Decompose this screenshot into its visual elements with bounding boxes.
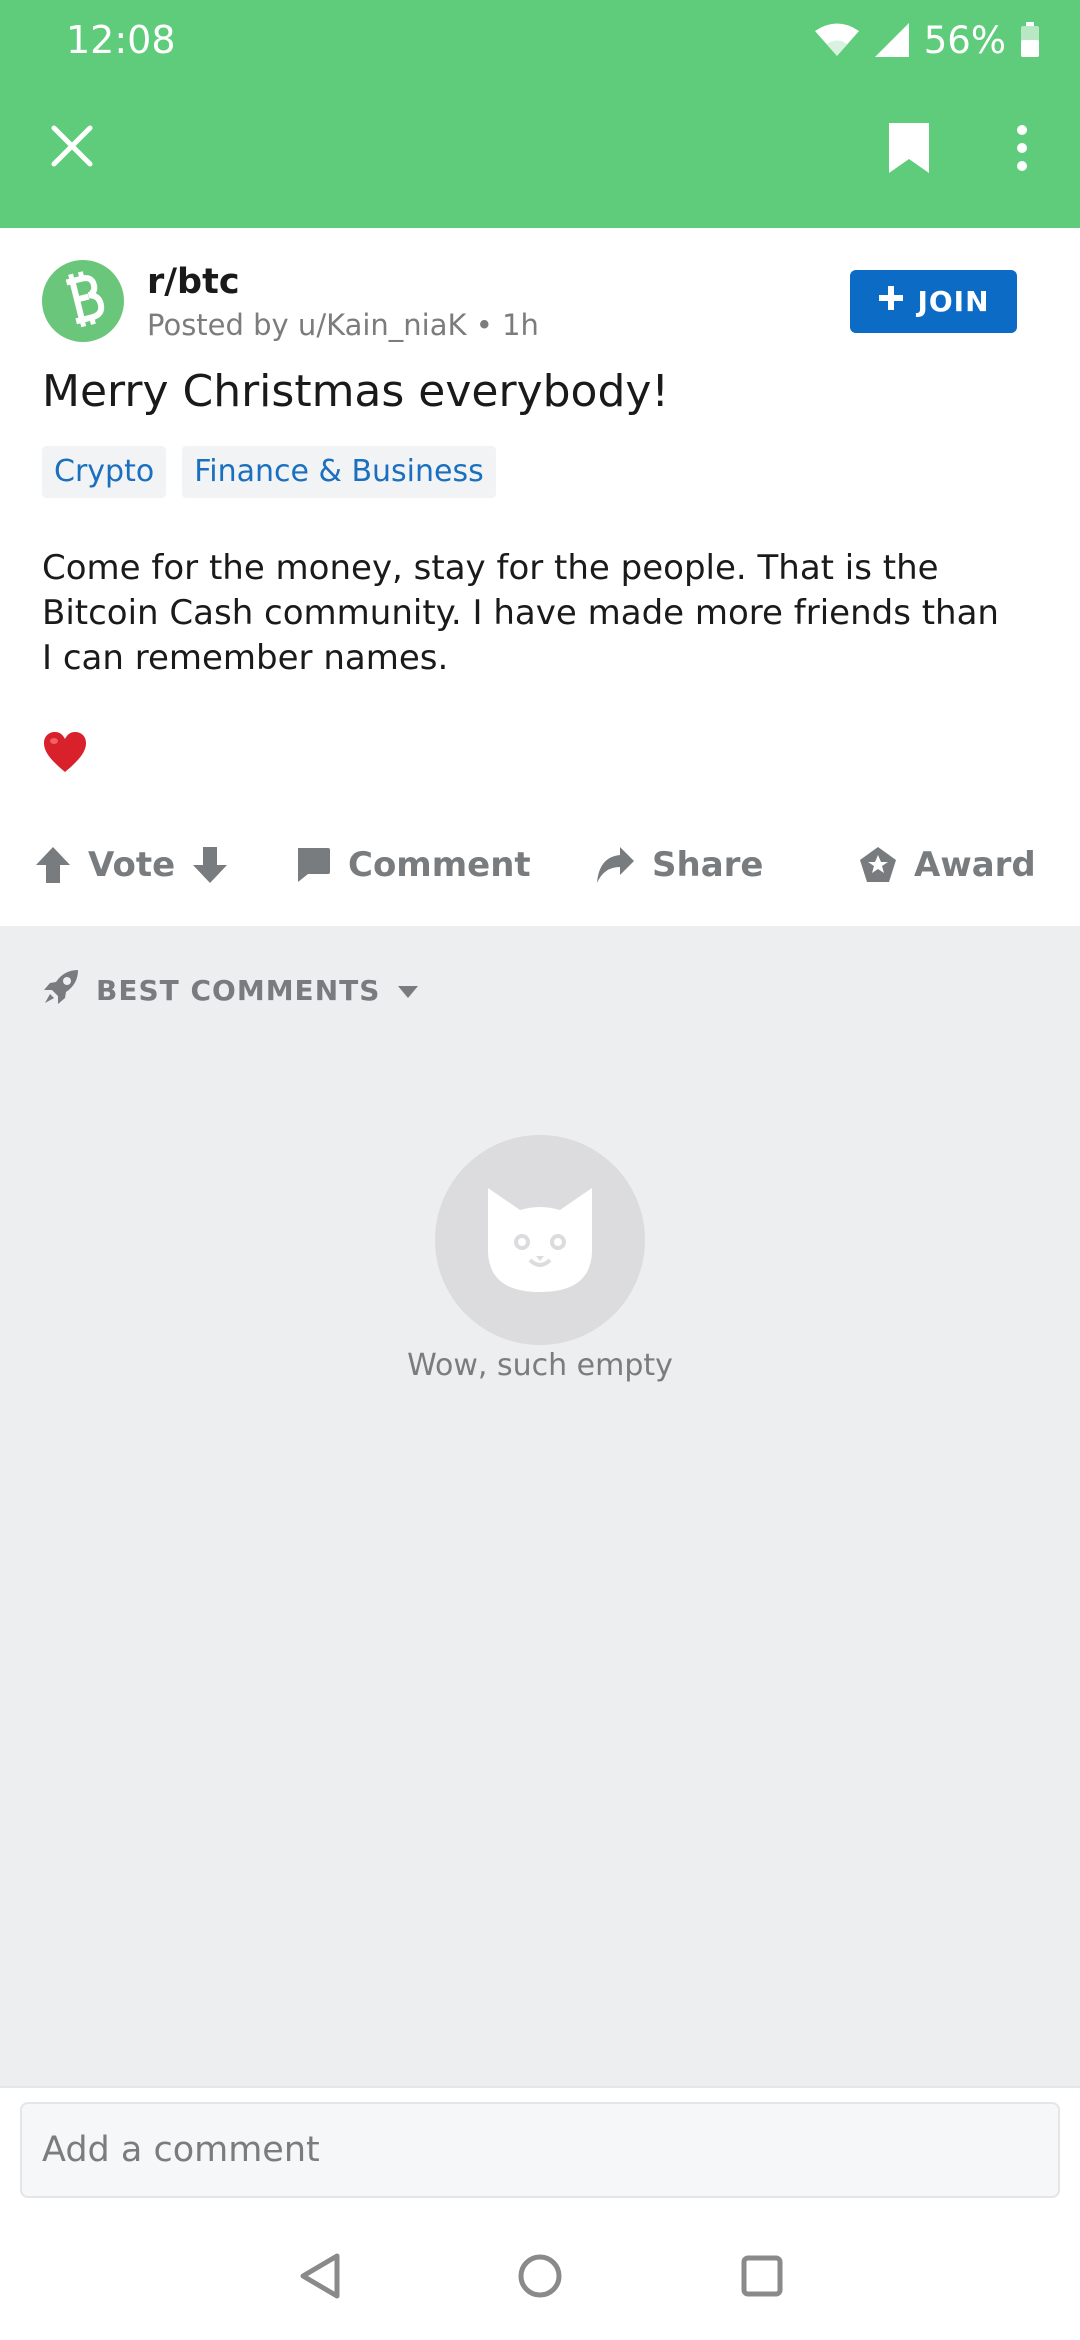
- wifi-icon: [814, 22, 860, 58]
- bookmark-icon: [887, 121, 931, 179]
- battery-icon: [1020, 22, 1040, 58]
- vote-group: Vote: [34, 835, 229, 895]
- more-vertical-icon: [1016, 124, 1028, 176]
- home-circle-icon: [516, 2252, 564, 2304]
- recents-square-icon: [739, 2253, 785, 2303]
- sort-label: BEST COMMENTS: [96, 973, 381, 1007]
- rocket-icon: [42, 968, 80, 1013]
- empty-state-text: Wow, such empty: [407, 1348, 673, 1383]
- flair-crypto[interactable]: Crypto: [42, 446, 167, 498]
- status-icons: 56%: [814, 16, 1040, 64]
- subreddit-name[interactable]: r/btc: [147, 262, 240, 302]
- share-icon: [594, 845, 636, 885]
- downvote-button[interactable]: [191, 845, 229, 885]
- share-label: Share: [652, 845, 764, 885]
- join-label: JOIN: [917, 285, 990, 318]
- comment-label: Comment: [348, 845, 531, 885]
- cat-face-icon: [480, 1180, 600, 1300]
- status-time: 12:08: [66, 18, 176, 62]
- nav-home-button[interactable]: [510, 2248, 570, 2308]
- heart-emoji-icon: [42, 730, 88, 776]
- flair-list: Crypto Finance & Business: [42, 446, 496, 498]
- bookmark-button[interactable]: [880, 120, 938, 180]
- bitcoin-cash-logo-icon: [57, 269, 109, 333]
- nav-back-button[interactable]: [290, 2248, 350, 2308]
- flair-finance-business[interactable]: Finance & Business: [182, 446, 496, 498]
- post-body-line: Bitcoin Cash community. I have made more…: [42, 593, 999, 633]
- post-body: Come for the money, stay for the people.…: [42, 546, 1042, 681]
- top-app-bar: 12:08 56%: [0, 0, 1080, 228]
- close-icon: [50, 124, 94, 172]
- award-icon: [858, 845, 898, 885]
- upvote-button[interactable]: [34, 845, 72, 885]
- post-author-time[interactable]: Posted by u/Kain_niaK • 1h: [147, 308, 539, 342]
- share-button[interactable]: Share: [594, 835, 763, 895]
- comment-icon: [294, 846, 332, 884]
- nav-recents-button[interactable]: [732, 2248, 792, 2308]
- subreddit-avatar[interactable]: [42, 260, 124, 342]
- comment-input[interactable]: [20, 2102, 1060, 2198]
- post-body-line: I can remember names.: [42, 638, 449, 678]
- comment-sort-dropdown[interactable]: BEST COMMENTS: [42, 968, 420, 1012]
- join-button[interactable]: JOIN: [850, 270, 1017, 333]
- cell-signal-icon: [874, 22, 910, 58]
- award-button[interactable]: Award: [858, 835, 1036, 895]
- empty-state-illustration: [435, 1135, 645, 1345]
- more-options-button[interactable]: [1004, 120, 1040, 180]
- vote-label: Vote: [88, 845, 176, 885]
- close-button[interactable]: [42, 118, 102, 178]
- plus-icon: [877, 284, 905, 319]
- award-label: Award: [914, 845, 1036, 885]
- post-body-line: Come for the money, stay for the people.…: [42, 548, 939, 588]
- post-title: Merry Christmas everybody!: [42, 366, 670, 417]
- comments-section: [0, 926, 1080, 2086]
- back-triangle-icon: [297, 2251, 343, 2305]
- caret-down-icon: [396, 974, 420, 1007]
- comment-button[interactable]: Comment: [294, 835, 531, 895]
- battery-percent: 56%: [923, 18, 1006, 62]
